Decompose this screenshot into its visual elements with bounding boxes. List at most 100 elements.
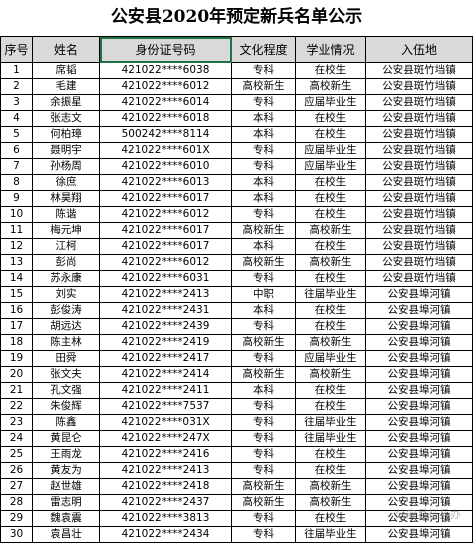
cell-name[interactable]: 胡远达 xyxy=(32,318,100,335)
cell-index[interactable]: 7 xyxy=(0,158,33,175)
cell-name[interactable]: 徐庶 xyxy=(32,174,100,191)
cell-study-status[interactable]: 高校新生 xyxy=(295,494,366,511)
cell-education[interactable]: 专科 xyxy=(231,318,296,335)
cell-id-number[interactable]: 421022****2414 xyxy=(99,366,232,383)
cell-study-status[interactable]: 在校生 xyxy=(295,302,366,319)
col-header-education[interactable]: 文化程度 xyxy=(231,36,296,63)
cell-enlist-place[interactable]: 公安县埠河镇 xyxy=(365,446,473,463)
cell-name[interactable]: 田舜 xyxy=(32,350,100,367)
cell-study-status[interactable]: 在校生 xyxy=(295,190,366,207)
cell-education[interactable]: 本科 xyxy=(231,110,296,127)
cell-name[interactable]: 刘实 xyxy=(32,286,100,303)
cell-id-number[interactable]: 421022****2431 xyxy=(99,302,232,319)
cell-name[interactable]: 朱俊辉 xyxy=(32,398,100,415)
cell-index[interactable]: 23 xyxy=(0,414,33,431)
cell-index[interactable]: 29 xyxy=(0,510,33,527)
cell-enlist-place[interactable]: 公安县埠河镇 xyxy=(365,318,473,335)
cell-education[interactable]: 专科 xyxy=(231,510,296,527)
cell-study-status[interactable]: 在校生 xyxy=(295,462,366,479)
cell-name[interactable]: 孔文强 xyxy=(32,382,100,399)
cell-study-status[interactable]: 在校生 xyxy=(295,510,366,527)
col-header-study-status[interactable]: 学业情况 xyxy=(295,36,366,63)
cell-enlist-place[interactable]: 公安县斑竹垱镇 xyxy=(365,254,473,271)
cell-enlist-place[interactable]: 公安县埠河镇 xyxy=(365,366,473,383)
cell-education[interactable]: 本科 xyxy=(231,190,296,207)
cell-enlist-place[interactable]: 公安县斑竹垱镇 xyxy=(365,158,473,175)
cell-index[interactable]: 6 xyxy=(0,142,33,159)
cell-id-number[interactable]: 421022****3813 xyxy=(99,510,232,527)
cell-id-number[interactable]: 421022****2413 xyxy=(99,286,232,303)
cell-index[interactable]: 30 xyxy=(0,526,33,543)
cell-education[interactable]: 专科 xyxy=(231,142,296,159)
cell-enlist-place[interactable]: 公安县斑竹垱镇 xyxy=(365,238,473,255)
cell-id-number[interactable]: 421022****6013 xyxy=(99,174,232,191)
cell-enlist-place[interactable]: 公安县埠河镇 xyxy=(365,430,473,447)
cell-index[interactable]: 13 xyxy=(0,254,33,271)
cell-study-status[interactable]: 高校新生 xyxy=(295,222,366,239)
cell-education[interactable]: 高校新生 xyxy=(231,366,296,383)
cell-index[interactable]: 28 xyxy=(0,494,33,511)
cell-study-status[interactable]: 在校生 xyxy=(295,398,366,415)
cell-study-status[interactable]: 在校生 xyxy=(295,110,366,127)
cell-name[interactable]: 孙杨周 xyxy=(32,158,100,175)
cell-id-number[interactable]: 421022****6014 xyxy=(99,94,232,111)
cell-enlist-place[interactable]: 公安县埠河镇 xyxy=(365,382,473,399)
cell-id-number[interactable]: 421022****6010 xyxy=(99,158,232,175)
cell-name[interactable]: 聂明宇 xyxy=(32,142,100,159)
cell-education[interactable]: 专科 xyxy=(231,526,296,543)
cell-enlist-place[interactable]: 公安县埠河镇 xyxy=(365,478,473,495)
cell-index[interactable]: 1 xyxy=(0,62,33,79)
cell-index[interactable]: 20 xyxy=(0,366,33,383)
cell-id-number[interactable]: 421022****6017 xyxy=(99,238,232,255)
cell-enlist-place[interactable]: 公安县埠河镇 xyxy=(365,302,473,319)
cell-education[interactable]: 专科 xyxy=(231,430,296,447)
cell-index[interactable]: 10 xyxy=(0,206,33,223)
cell-name[interactable]: 林昊翔 xyxy=(32,190,100,207)
cell-name[interactable]: 彭俊涛 xyxy=(32,302,100,319)
cell-name[interactable]: 赵世雄 xyxy=(32,478,100,495)
cell-education[interactable]: 专科 xyxy=(231,350,296,367)
cell-study-status[interactable]: 在校生 xyxy=(295,382,366,399)
cell-enlist-place[interactable]: 公安县斑竹垱镇 xyxy=(365,62,473,79)
cell-education[interactable]: 专科 xyxy=(231,206,296,223)
cell-index[interactable]: 17 xyxy=(0,318,33,335)
cell-index[interactable]: 8 xyxy=(0,174,33,191)
cell-index[interactable]: 14 xyxy=(0,270,33,287)
cell-id-number[interactable]: 421022****031X xyxy=(99,414,232,431)
cell-enlist-place[interactable]: 公安县斑竹垱镇 xyxy=(365,206,473,223)
cell-id-number[interactable]: 421022****2416 xyxy=(99,446,232,463)
cell-study-status[interactable]: 高校新生 xyxy=(295,334,366,351)
cell-id-number[interactable]: 421022****247X xyxy=(99,430,232,447)
cell-index[interactable]: 5 xyxy=(0,126,33,143)
cell-enlist-place[interactable]: 公安县埠河镇 xyxy=(365,350,473,367)
cell-study-status[interactable]: 在校生 xyxy=(295,238,366,255)
cell-name[interactable]: 毛建 xyxy=(32,78,100,95)
cell-name[interactable]: 陈主林 xyxy=(32,334,100,351)
cell-index[interactable]: 16 xyxy=(0,302,33,319)
cell-education[interactable]: 专科 xyxy=(231,270,296,287)
cell-id-number[interactable]: 421022****2418 xyxy=(99,478,232,495)
cell-education[interactable]: 专科 xyxy=(231,398,296,415)
cell-education[interactable]: 专科 xyxy=(231,446,296,463)
cell-enlist-place[interactable]: 公安县斑竹垱镇 xyxy=(365,222,473,239)
cell-name[interactable]: 陈谐 xyxy=(32,206,100,223)
cell-id-number[interactable]: 421022****6012 xyxy=(99,78,232,95)
cell-name[interactable]: 江柯 xyxy=(32,238,100,255)
cell-id-number[interactable]: 421022****2437 xyxy=(99,494,232,511)
cell-education[interactable]: 专科 xyxy=(231,462,296,479)
cell-id-number[interactable]: 421022****6012 xyxy=(99,254,232,271)
cell-study-status[interactable]: 在校生 xyxy=(295,62,366,79)
cell-id-number[interactable]: 421022****2413 xyxy=(99,462,232,479)
cell-study-status[interactable]: 应届毕业生 xyxy=(295,142,366,159)
cell-education[interactable]: 专科 xyxy=(231,414,296,431)
cell-id-number[interactable]: 421022****2434 xyxy=(99,526,232,543)
cell-index[interactable]: 9 xyxy=(0,190,33,207)
cell-id-number[interactable]: 421022****2417 xyxy=(99,350,232,367)
cell-index[interactable]: 2 xyxy=(0,78,33,95)
cell-name[interactable]: 余振星 xyxy=(32,94,100,111)
cell-education[interactable]: 专科 xyxy=(231,158,296,175)
cell-enlist-place[interactable]: 公安县埠河镇 xyxy=(365,398,473,415)
cell-study-status[interactable]: 往届毕业生 xyxy=(295,430,366,447)
cell-id-number[interactable]: 421022****2439 xyxy=(99,318,232,335)
cell-education[interactable]: 高校新生 xyxy=(231,254,296,271)
